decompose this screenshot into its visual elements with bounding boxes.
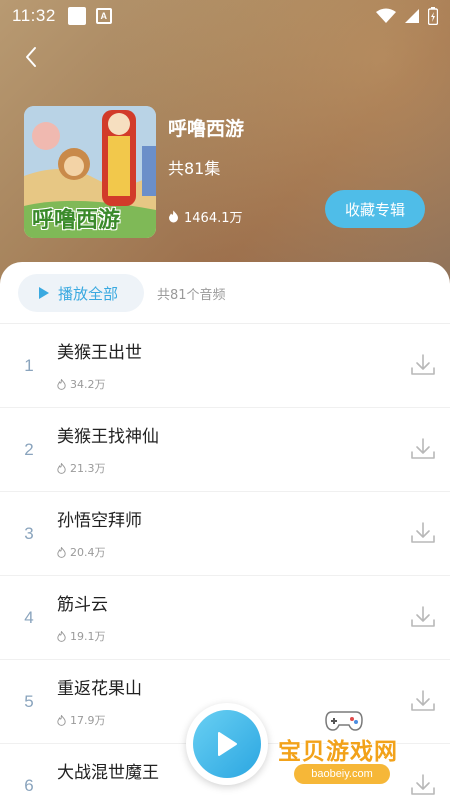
square-notification-icon bbox=[67, 7, 86, 25]
track-title: 孙悟空拜师 bbox=[57, 511, 142, 531]
track-title: 大战混世魔王 bbox=[57, 763, 159, 783]
play-all-button[interactable]: 播放全部 bbox=[18, 274, 144, 312]
wifi-icon bbox=[376, 8, 396, 23]
track-number: 4 bbox=[24, 608, 34, 627]
track-row[interactable]: 4 筋斗云 19.1万 bbox=[0, 576, 450, 660]
battery-charging-icon bbox=[428, 7, 438, 25]
track-play-count-value: 34.2万 bbox=[70, 378, 106, 391]
watermark-url: baobeiy.com bbox=[294, 764, 390, 784]
track-row[interactable]: 3 孙悟空拜师 20.4万 bbox=[0, 492, 450, 576]
play-all-label: 播放全部 bbox=[58, 284, 119, 303]
back-button[interactable] bbox=[16, 40, 46, 74]
download-icon[interactable] bbox=[410, 604, 436, 630]
album-title: 呼噜西游 bbox=[168, 118, 245, 140]
flame-icon bbox=[57, 378, 66, 390]
download-icon[interactable] bbox=[410, 436, 436, 462]
download-icon[interactable] bbox=[410, 520, 436, 546]
track-title: 筋斗云 bbox=[57, 595, 108, 615]
status-bar: 11:32 A bbox=[0, 0, 450, 32]
episode-count: 共81集 bbox=[168, 159, 221, 178]
track-play-count: 19.1万 bbox=[57, 628, 106, 644]
chevron-left-icon bbox=[26, 47, 36, 67]
track-number: 6 bbox=[24, 776, 34, 795]
play-icon bbox=[218, 732, 237, 756]
track-number: 2 bbox=[24, 440, 34, 459]
track-play-count-value: 19.1万 bbox=[70, 630, 106, 643]
track-play-count: 20.4万 bbox=[57, 544, 106, 560]
flame-icon bbox=[57, 546, 66, 558]
game-controller-icon bbox=[325, 711, 363, 731]
status-icons bbox=[376, 7, 438, 25]
flame-icon bbox=[57, 714, 66, 726]
track-number: 3 bbox=[24, 524, 34, 543]
track-title: 美猴王找神仙 bbox=[57, 427, 159, 447]
watermark: 宝贝游戏网 baobeiy.com bbox=[272, 708, 442, 794]
track-play-count: 17.9万 bbox=[57, 712, 106, 728]
flame-icon bbox=[57, 462, 66, 474]
album-play-count: 1464.1万 bbox=[168, 207, 243, 226]
track-total-count: 共81个音频 bbox=[157, 288, 226, 303]
play-triangle-icon bbox=[39, 287, 49, 299]
flame-icon bbox=[169, 210, 178, 223]
floating-play-disc bbox=[193, 710, 261, 778]
signal-icon bbox=[405, 9, 419, 23]
track-play-count-value: 21.3万 bbox=[70, 462, 106, 475]
a-notification-icon: A bbox=[95, 8, 112, 24]
album-play-count-value: 1464.1万 bbox=[184, 211, 243, 226]
download-icon[interactable] bbox=[410, 352, 436, 378]
status-time: 11:32 bbox=[12, 6, 56, 25]
track-row[interactable]: 1 美猴王出世 34.2万 bbox=[0, 324, 450, 408]
flame-icon bbox=[57, 630, 66, 642]
track-number: 5 bbox=[24, 692, 34, 711]
album-cover-title: 呼噜西游 bbox=[32, 208, 121, 233]
track-play-count-value: 20.4万 bbox=[70, 546, 106, 559]
track-play-count: 21.3万 bbox=[57, 460, 106, 476]
track-play-count: 34.2万 bbox=[57, 376, 106, 392]
watermark-text: 宝贝游戏网 bbox=[278, 739, 398, 765]
track-title: 美猴王出世 bbox=[57, 343, 142, 363]
album-cover-image: 呼噜西游 bbox=[24, 106, 156, 238]
a-notification-letter: A bbox=[100, 11, 108, 21]
track-row[interactable]: 2 美猴王找神仙 21.3万 bbox=[0, 408, 450, 492]
track-play-count-value: 17.9万 bbox=[70, 714, 106, 727]
floating-play-button[interactable] bbox=[186, 703, 268, 785]
track-title: 重返花果山 bbox=[57, 679, 142, 699]
favorite-album-button[interactable]: 收藏专辑 bbox=[325, 190, 425, 228]
track-number: 1 bbox=[24, 356, 34, 375]
